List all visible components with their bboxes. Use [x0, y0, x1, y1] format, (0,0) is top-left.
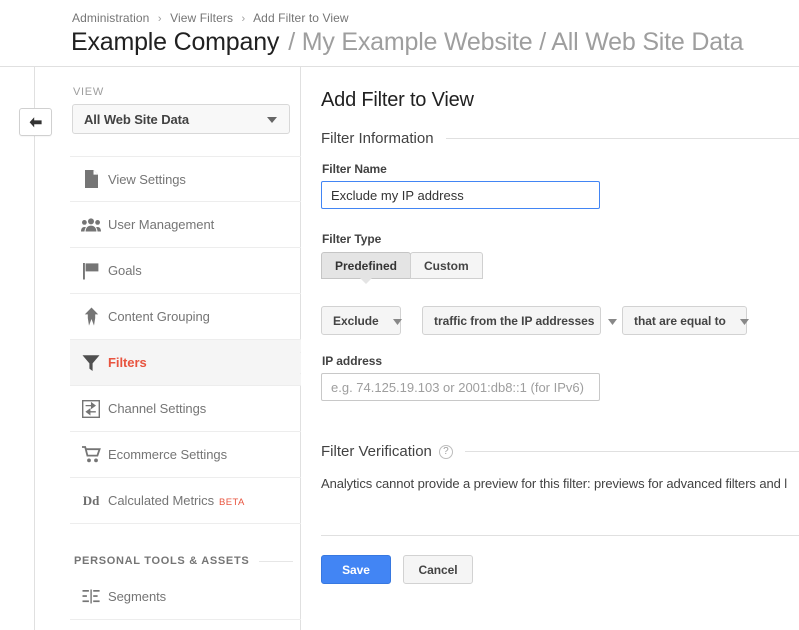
question-mark-icon[interactable]: ? [438, 444, 453, 459]
breadcrumb-item-administration[interactable]: Administration [72, 11, 149, 25]
segments-icon [74, 589, 108, 604]
cancel-button[interactable]: Cancel [403, 555, 473, 584]
section-divider [464, 451, 799, 452]
document-icon [74, 170, 108, 188]
breadcrumb-item-add-filter[interactable]: Add Filter to View [253, 11, 349, 25]
channel-arrows-icon [74, 399, 108, 418]
footer-divider [321, 535, 799, 536]
sidebar-item-label: Content Grouping [108, 309, 210, 324]
breadcrumb-separator: › [241, 13, 246, 25]
chevron-down-icon [392, 314, 402, 328]
sidebar-menu: View Settings User Management Goals Cont… [70, 156, 301, 620]
filter-name-input[interactable] [321, 181, 600, 209]
sidebar-item-ecommerce-settings[interactable]: Ecommerce Settings [70, 432, 301, 478]
tab-predefined[interactable]: Predefined [321, 252, 412, 279]
view-section-label: VIEW [73, 86, 104, 98]
sidebar-item-label: User Management [108, 217, 215, 232]
chevron-down-icon [267, 110, 277, 128]
back-rail-line [34, 67, 35, 630]
sidebar-section-label: PERSONAL TOOLS & ASSETS [74, 555, 250, 567]
account-name: Example Company [71, 28, 280, 56]
filter-verification-text: Analytics cannot provide a preview for t… [321, 476, 788, 491]
analytics-admin-page: Administration › View Filters › Add Filt… [0, 0, 799, 630]
admin-sidebar: VIEW All Web Site Data View Settings Use… [70, 67, 301, 630]
sidebar-section-personal-tools: PERSONAL TOOLS & ASSETS [70, 548, 301, 574]
arrow-left-icon [28, 116, 43, 129]
sidebar-item-label: Segments [108, 589, 167, 604]
sidebar-item-filters[interactable]: Filters [70, 340, 301, 386]
tab-custom[interactable]: Custom [410, 252, 483, 279]
sidebar-item-user-management[interactable]: User Management [70, 202, 301, 248]
chevron-down-icon [608, 314, 618, 328]
ip-address-label: IP address [322, 354, 382, 368]
save-button-label: Save [342, 562, 370, 577]
sidebar-item-text: Calculated Metrics [108, 493, 215, 508]
flag-icon [74, 262, 108, 280]
view-selector-value: All Web Site Data [84, 111, 189, 127]
dropdown-value: that are equal to [634, 313, 726, 328]
section-label: Filter Verification [321, 443, 432, 460]
sidebar-item-calculated-metrics[interactable]: Dd Calculated Metrics BETA [70, 478, 301, 524]
filter-type-label: Filter Type [322, 232, 382, 246]
arrow-up-merge-icon [74, 307, 108, 326]
sidebar-item-channel-settings[interactable]: Channel Settings [70, 386, 301, 432]
tab-label: Custom [424, 258, 469, 273]
shopping-cart-icon [74, 446, 108, 463]
sidebar-item-segments[interactable]: Segments [70, 574, 301, 620]
dropdown-value: Exclude [333, 313, 379, 328]
page-title-row: Example Company / My Example Website / A… [71, 28, 744, 57]
dropdown-value: traffic from the IP addresses [434, 313, 595, 328]
sidebar-item-label: Calculated Metrics BETA [108, 493, 245, 508]
sidebar-item-content-grouping[interactable]: Content Grouping [70, 294, 301, 340]
breadcrumb: Administration › View Filters › Add Filt… [72, 11, 349, 25]
filter-match-dropdown[interactable]: that are equal to [622, 306, 749, 335]
sidebar-item-label: Ecommerce Settings [108, 447, 228, 462]
back-button[interactable] [19, 108, 52, 136]
sidebar-item-label: Channel Settings [108, 401, 207, 416]
sidebar-item-label: Goals [108, 263, 142, 278]
filter-expression-row: Exclude traffic from the IP addresses th… [321, 306, 749, 335]
breadcrumb-separator: › [157, 13, 162, 25]
section-filter-information: Filter Information [321, 130, 799, 147]
dd-glyph: Dd [82, 492, 100, 508]
view-selector[interactable]: All Web Site Data [72, 104, 290, 134]
sidebar-item-view-settings[interactable]: View Settings [70, 156, 301, 202]
page-title: Add Filter to View [321, 89, 474, 111]
beta-badge: BETA [219, 497, 245, 508]
sidebar-item-label: Filters [108, 355, 147, 370]
filter-field-dropdown[interactable]: traffic from the IP addresses [422, 306, 618, 335]
save-button[interactable]: Save [321, 555, 391, 584]
property-view-path: / My Example Website / All Web Site Data [288, 28, 744, 56]
cancel-button-label: Cancel [418, 562, 458, 577]
people-icon [74, 217, 108, 232]
filter-verb-dropdown[interactable]: Exclude [321, 306, 402, 335]
sidebar-item-goals[interactable]: Goals [70, 248, 301, 294]
funnel-icon [74, 354, 108, 372]
form-actions: Save Cancel [321, 555, 473, 584]
section-filter-verification: Filter Verification ? [321, 443, 799, 460]
filter-name-label: Filter Name [322, 162, 387, 176]
breadcrumb-item-view-filters[interactable]: View Filters [170, 11, 233, 25]
main-content: Add Filter to View Filter Information Fi… [301, 67, 799, 630]
sidebar-section-divider [259, 560, 293, 562]
ip-address-input[interactable] [321, 373, 600, 401]
section-label: Filter Information [321, 130, 434, 147]
dd-text-icon: Dd [74, 493, 108, 509]
page-header: Administration › View Filters › Add Filt… [0, 0, 799, 67]
filter-type-tabs: Predefined Custom [321, 252, 483, 279]
sidebar-item-label: View Settings [108, 171, 186, 187]
section-divider [445, 138, 799, 139]
tab-label: Predefined [335, 258, 398, 273]
chevron-down-icon [739, 314, 749, 328]
